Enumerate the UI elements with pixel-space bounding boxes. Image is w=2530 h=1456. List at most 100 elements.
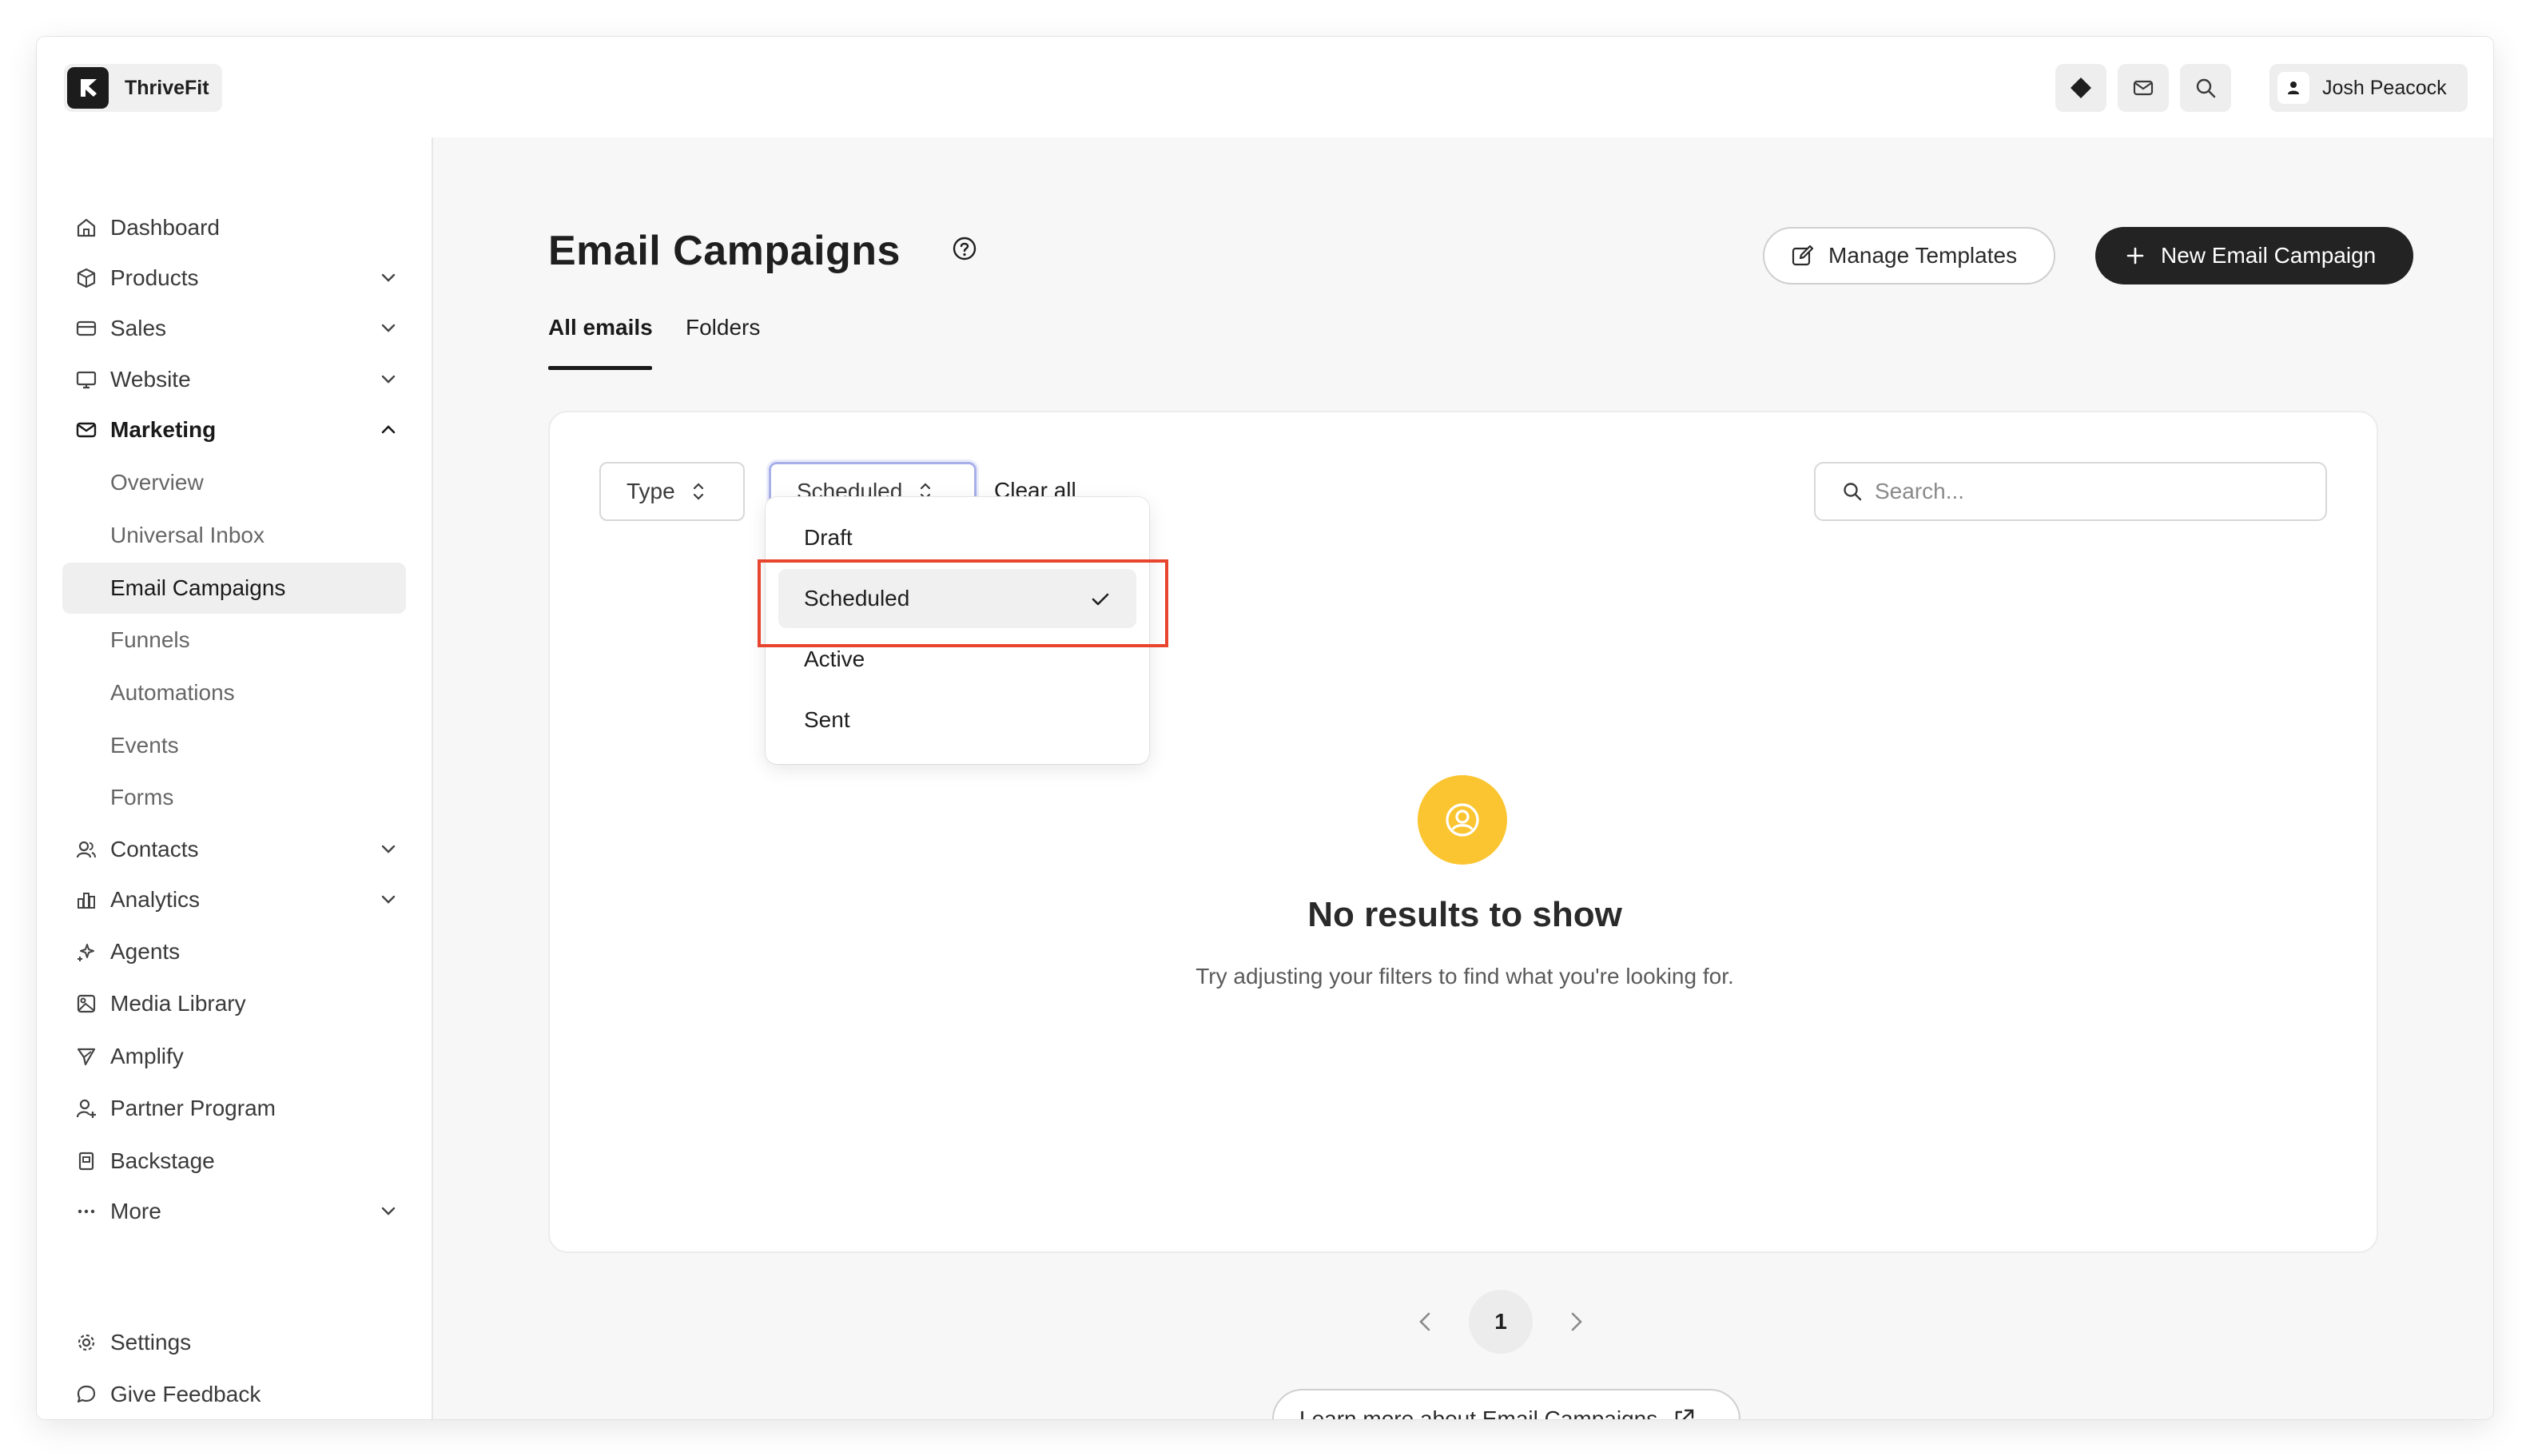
chevron-down-icon[interactable] (377, 368, 400, 391)
diamond-button[interactable] (2055, 64, 2106, 112)
sidebar-subitem-overview[interactable]: Overview (62, 457, 406, 508)
ellipsis-icon (74, 1199, 99, 1224)
empty-state-title: No results to show (1307, 895, 1622, 934)
sidebar-subitem-email-campaigns[interactable]: Email Campaigns (62, 563, 406, 614)
sidebar-item-label: Automations (110, 680, 235, 705)
sidebar-subitem-forms[interactable]: Forms (62, 772, 406, 823)
manage-templates-label: Manage Templates (1828, 243, 2018, 268)
chevron-down-icon[interactable] (377, 267, 400, 289)
manage-templates-button[interactable]: Manage Templates (1763, 227, 2055, 284)
chevron-left-icon (1419, 1312, 1430, 1331)
sidebar-item-media-library[interactable]: Media Library (62, 979, 406, 1028)
sidebar-item-label: Amplify (110, 1044, 184, 1068)
chevron-down-icon[interactable] (377, 889, 400, 911)
app-window: ThriveFit Josh Peacock Dashboard Product… (37, 37, 2493, 1419)
sidebar-item-label: Analytics (110, 887, 201, 912)
new-email-campaign-button[interactable]: New Email Campaign (2095, 227, 2413, 284)
sidebar: Dashboard Products Sales Website Marketi… (37, 137, 433, 1419)
pagination-next-button[interactable] (1560, 1306, 1592, 1338)
help-icon[interactable] (951, 235, 978, 262)
sidebar-item-give-feedback[interactable]: Give Feedback (62, 1370, 406, 1419)
brand-name: ThriveFit (125, 76, 209, 99)
search-input[interactable]: Search... (1814, 462, 2327, 521)
sidebar-item-agents[interactable]: Agents (62, 927, 406, 977)
sidebar-item-label: Sales (110, 316, 167, 340)
sidebar-item-amplify[interactable]: Amplify (62, 1032, 406, 1081)
search-icon (2196, 78, 2216, 98)
annotation-highlight-box (758, 559, 1168, 647)
option-label: Sent (804, 707, 850, 732)
box-icon (74, 265, 99, 291)
sidebar-item-label: Settings (110, 1330, 192, 1355)
chevron-down-icon[interactable] (377, 838, 400, 861)
user-circle-icon (1446, 803, 1479, 837)
user-name: Josh Peacock (2322, 76, 2447, 99)
image-icon (74, 991, 99, 1016)
mail-icon (2133, 80, 2154, 96)
inbox-button[interactable] (2118, 64, 2169, 112)
sparkle-icon (74, 939, 99, 965)
dropdown-option-sent[interactable]: Sent (778, 690, 1136, 750)
search-placeholder: Search... (1875, 479, 1965, 503)
sidebar-item-sales[interactable]: Sales (62, 304, 406, 353)
sidebar-item-label: Contacts (110, 837, 199, 861)
sidebar-item-partner-program[interactable]: Partner Program (62, 1084, 406, 1133)
top-bar: ThriveFit Josh Peacock (37, 37, 2493, 139)
sidebar-item-products[interactable]: Products (62, 253, 406, 303)
sidebar-subitem-automations[interactable]: Automations (62, 667, 406, 718)
external-link-icon (1676, 1409, 1694, 1419)
empty-state-icon (1418, 775, 1507, 865)
sidebar-item-label: Funnels (110, 627, 190, 652)
users-icon (74, 837, 99, 862)
dropdown-option-draft[interactable]: Draft (778, 508, 1136, 567)
pagination-prev-button[interactable] (1410, 1306, 1442, 1338)
edit-icon (1792, 245, 1814, 266)
tab-folders[interactable]: Folders (686, 315, 760, 340)
sidebar-subitem-funnels[interactable]: Funnels (62, 615, 406, 666)
sidebar-item-backstage[interactable]: Backstage (62, 1136, 406, 1186)
empty-state-subtitle: Try adjusting your filters to find what … (1195, 964, 1734, 989)
sidebar-item-label: Website (110, 367, 191, 392)
sidebar-item-dashboard[interactable]: Dashboard (62, 203, 406, 253)
main-content: Email Campaigns Manage Templates New Ema… (433, 137, 2493, 1419)
chat-bubble-icon (74, 1382, 99, 1407)
sidebar-item-more[interactable]: More (62, 1187, 406, 1236)
bar-chart-icon (74, 887, 99, 913)
gear-icon (74, 1330, 99, 1355)
sidebar-item-analytics[interactable]: Analytics (62, 875, 406, 925)
chevron-down-icon[interactable] (377, 317, 400, 340)
brand-switcher[interactable]: ThriveFit (64, 64, 222, 112)
sidebar-item-label: Forms (110, 785, 174, 810)
option-label: Active (804, 646, 865, 671)
sidebar-item-label: Media Library (110, 991, 246, 1016)
learn-more-button[interactable]: Learn more about Email Campaigns (1272, 1389, 1740, 1419)
sidebar-item-label: Partner Program (110, 1096, 276, 1120)
sidebar-subitem-universal-inbox[interactable]: Universal Inbox (62, 510, 406, 561)
sidebar-subitem-events[interactable]: Events (62, 720, 406, 771)
sidebar-item-label: Marketing (110, 417, 217, 442)
chevron-up-icon[interactable] (377, 419, 400, 441)
sidebar-item-label: Dashboard (110, 215, 220, 240)
sidebar-item-label: Events (110, 733, 179, 758)
sidebar-item-label: More (110, 1199, 161, 1223)
user-menu-button[interactable]: Josh Peacock (2269, 64, 2468, 112)
pagination-page-current[interactable]: 1 (1469, 1290, 1533, 1354)
active-tab-indicator (548, 366, 652, 370)
tab-all-emails[interactable]: All emails (548, 315, 653, 340)
badge-icon (74, 1148, 99, 1174)
brand-logo-icon (67, 67, 109, 109)
person-icon (2288, 82, 2299, 94)
chevron-down-icon[interactable] (377, 1200, 400, 1223)
diamond-icon (2071, 78, 2091, 98)
sidebar-item-label: Products (110, 265, 199, 290)
sidebar-item-settings[interactable]: Settings (62, 1318, 406, 1367)
global-search-button[interactable] (2180, 64, 2231, 112)
credit-card-icon (74, 316, 99, 341)
type-filter-button[interactable]: Type (599, 462, 745, 521)
chevron-right-icon (1571, 1312, 1582, 1331)
chevron-up-down-icon (693, 483, 703, 500)
sidebar-item-marketing[interactable]: Marketing (62, 405, 406, 455)
sidebar-item-website[interactable]: Website (62, 355, 406, 404)
sidebar-item-label: Email Campaigns (110, 575, 286, 600)
sidebar-item-contacts[interactable]: Contacts (62, 825, 406, 874)
